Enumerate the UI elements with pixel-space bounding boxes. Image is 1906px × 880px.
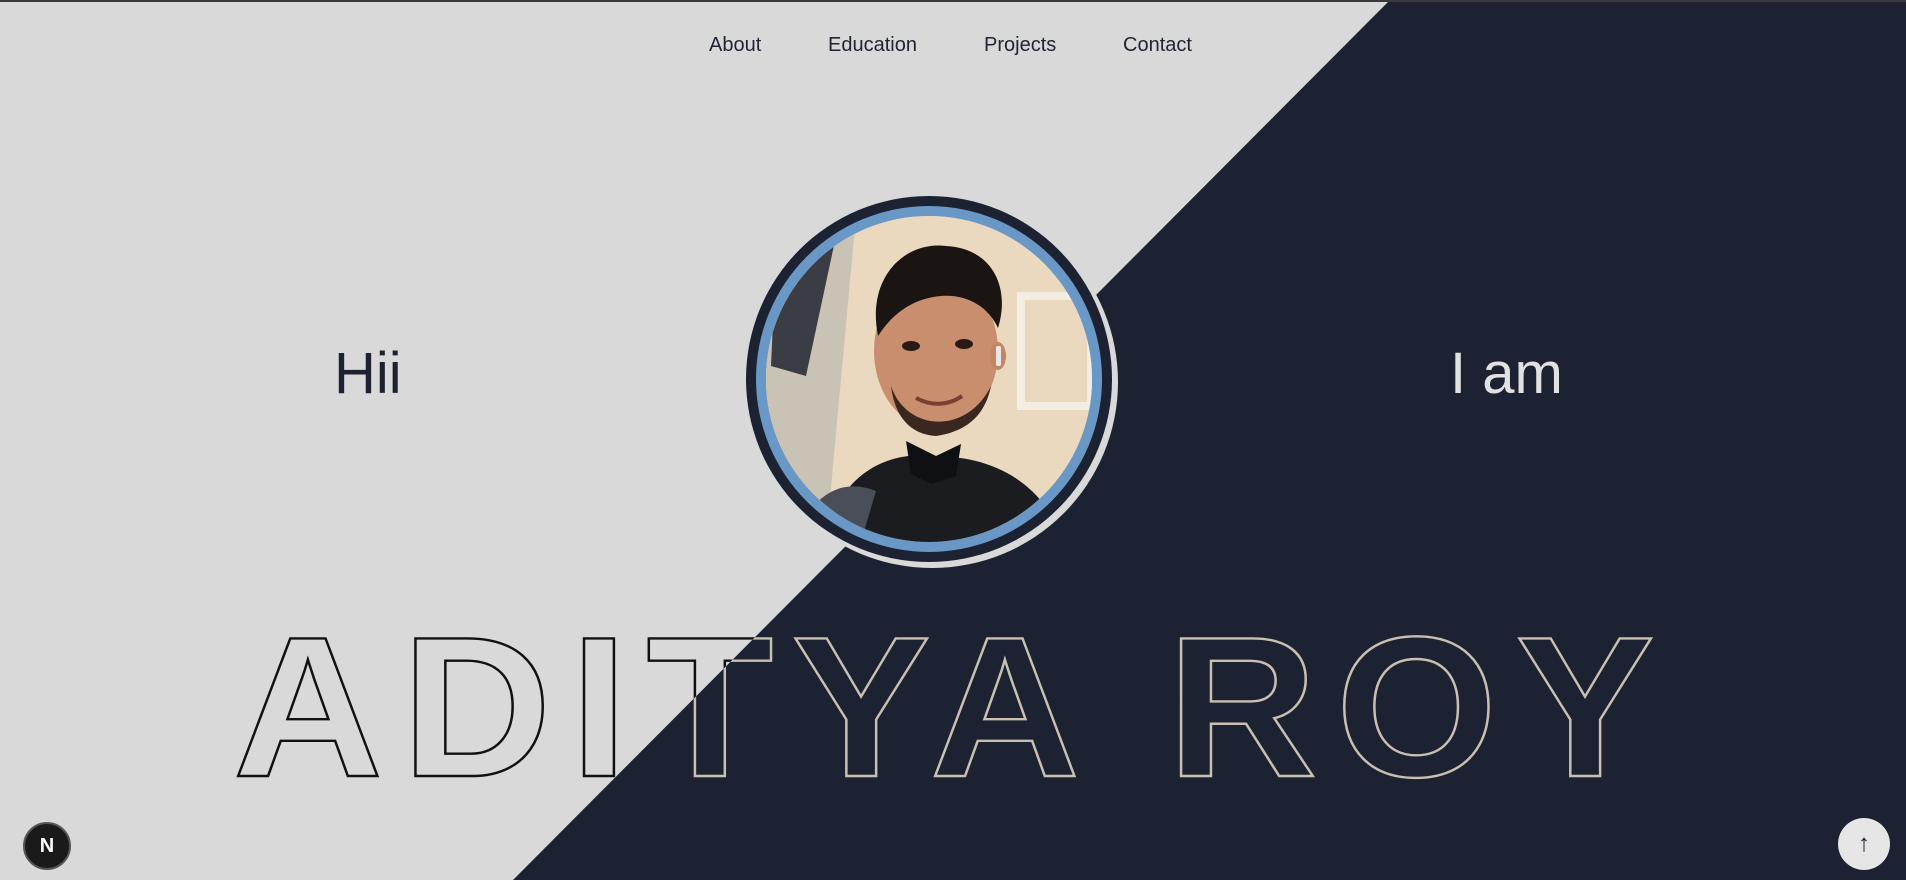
- nav-contact[interactable]: Contact: [1123, 34, 1192, 57]
- next-dev-badge[interactable]: N: [23, 822, 71, 870]
- main-nav: About Education Projects Contact: [0, 34, 1906, 60]
- nav-projects[interactable]: Projects: [984, 34, 1056, 57]
- hero-name: ADITYA ROY ADITYA ROY: [232, 595, 1656, 820]
- nav-education[interactable]: Education: [828, 34, 917, 57]
- hero-page: About Education Projects Contact Hii I a…: [0, 0, 1906, 880]
- arrow-up-icon: ↑: [1858, 830, 1870, 857]
- nav-about[interactable]: About: [709, 34, 761, 57]
- top-border: [0, 0, 1906, 2]
- scroll-to-top-button[interactable]: ↑: [1838, 818, 1890, 870]
